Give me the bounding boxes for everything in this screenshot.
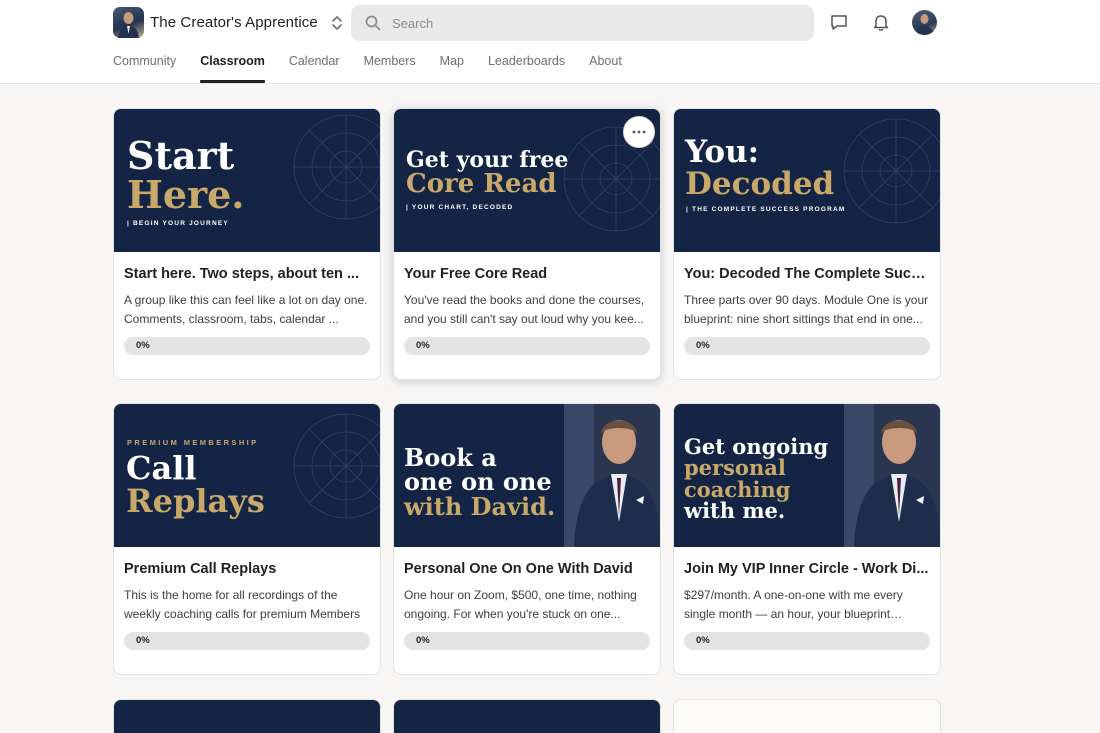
thumb-line: with David.: [404, 491, 556, 521]
course-card-placeholder: [673, 699, 941, 733]
thumb-line: Get ongoing: [684, 434, 829, 459]
group-name: The Creator's Apprentice: [150, 14, 318, 31]
user-avatar[interactable]: [912, 10, 937, 35]
course-title: Premium Call Replays: [124, 561, 277, 577]
course-description: $297/month. A one-on-one with me every s…: [684, 588, 903, 621]
progress-bar: 0%: [124, 632, 370, 650]
group-switcher[interactable]: The Creator's Apprentice: [113, 7, 344, 38]
thumb-kicker: | THE COMPLETE SUCCESS PROGRAM: [686, 206, 846, 213]
progress-bar: 0%: [404, 632, 650, 650]
progress-label: 0%: [136, 635, 150, 646]
course-thumbnail: PREMIUM MEMBERSHIP Call Replays: [114, 404, 380, 547]
group-logo: [113, 7, 144, 38]
course-card[interactable]: [393, 699, 661, 733]
tab-calendar[interactable]: Calendar: [289, 54, 340, 84]
tab-community[interactable]: Community: [113, 54, 176, 84]
search-icon: [364, 14, 382, 32]
course-card[interactable]: [113, 699, 381, 733]
more-options-button[interactable]: [623, 116, 655, 148]
chevron-updown-icon[interactable]: [330, 13, 344, 33]
course-title: Your Free Core Read: [404, 266, 548, 282]
coach-photo: [844, 404, 940, 547]
course-card[interactable]: Book a one on one with David. Personal O…: [393, 403, 661, 675]
course-description: You've read the books and done the cours…: [404, 293, 645, 326]
thumb-line: You:: [685, 134, 760, 170]
tab-map[interactable]: Map: [440, 54, 464, 84]
course-description: A group like this can feel like a lot on…: [124, 293, 368, 326]
tab-members[interactable]: Members: [364, 54, 416, 84]
more-dots-icon: [632, 130, 646, 134]
thumb-line: coaching: [684, 476, 791, 502]
course-thumbnail: [394, 700, 660, 733]
thumb-line: Start: [127, 133, 235, 178]
course-description: This is the home for all recordings of t…: [124, 588, 361, 621]
course-thumbnail: Get your free Core Read | YOUR CHART, DE…: [394, 109, 660, 252]
progress-bar: 0%: [684, 632, 930, 650]
course-thumbnail: Get ongoing personal coaching with me.: [674, 404, 940, 547]
course-thumbnail: Book a one on one with David.: [394, 404, 660, 547]
progress-bar: 0%: [404, 337, 650, 355]
thumb-line: personal: [684, 455, 786, 481]
tab-about[interactable]: About: [589, 54, 622, 84]
thumb-line: Here.: [127, 171, 245, 217]
nav-tabs: Community Classroom Calendar Members Map…: [113, 54, 646, 84]
course-thumbnail: [114, 700, 380, 733]
course-card[interactable]: You: Decoded | THE COMPLETE SUCCESS PROG…: [673, 108, 941, 380]
course-card[interactable]: Start Here. | BEGIN YOUR JOURNEY Start h…: [113, 108, 381, 380]
progress-label: 0%: [416, 340, 430, 351]
search-bar[interactable]: [351, 5, 814, 41]
course-title: You: Decoded The Complete Succ...: [684, 266, 930, 282]
progress-label: 0%: [416, 635, 430, 646]
thumb-kicker: | YOUR CHART, DECODED: [406, 204, 514, 211]
progress-label: 0%: [696, 340, 710, 351]
tab-classroom[interactable]: Classroom: [200, 54, 265, 84]
thumb-kicker: | BEGIN YOUR JOURNEY: [127, 220, 229, 227]
course-title: Start here. Two steps, about ten ...: [124, 266, 359, 282]
course-thumbnail: Start Here. | BEGIN YOUR JOURNEY: [114, 109, 380, 252]
course-card[interactable]: PREMIUM MEMBERSHIP Call Replays Premium …: [113, 403, 381, 675]
thumb-line: with me.: [684, 498, 786, 524]
bell-icon[interactable]: [870, 11, 892, 33]
thumb-line: Decoded: [685, 165, 835, 202]
thumb-line: Get your free: [406, 147, 569, 173]
chat-icon[interactable]: [828, 11, 850, 33]
course-title: Join My VIP Inner Circle - Work Di...: [684, 561, 929, 577]
course-description: Three parts over 90 days. Module One is …: [684, 293, 929, 326]
course-card[interactable]: Get your free Core Read | YOUR CHART, DE…: [393, 108, 661, 380]
progress-bar: 0%: [124, 337, 370, 355]
thumb-line: Replays: [126, 481, 265, 520]
tab-leaderboards[interactable]: Leaderboards: [488, 54, 565, 84]
thumb-kicker: PREMIUM MEMBERSHIP: [127, 438, 259, 447]
search-input[interactable]: [392, 15, 792, 31]
course-thumbnail: You: Decoded | THE COMPLETE SUCCESS PROG…: [674, 109, 940, 252]
progress-bar: 0%: [684, 337, 930, 355]
course-description: One hour on Zoom, $500, one time, nothin…: [404, 588, 637, 621]
thumb-line: Core Read: [406, 169, 557, 200]
course-card[interactable]: Get ongoing personal coaching with me. J…: [673, 403, 941, 675]
thumb-line: Call: [126, 449, 197, 487]
progress-label: 0%: [696, 635, 710, 646]
course-title: Personal One On One With David: [404, 561, 633, 577]
coach-photo: [564, 404, 660, 547]
top-header: The Creator's Apprentice Search Communit…: [0, 0, 1100, 84]
progress-label: 0%: [136, 340, 150, 351]
